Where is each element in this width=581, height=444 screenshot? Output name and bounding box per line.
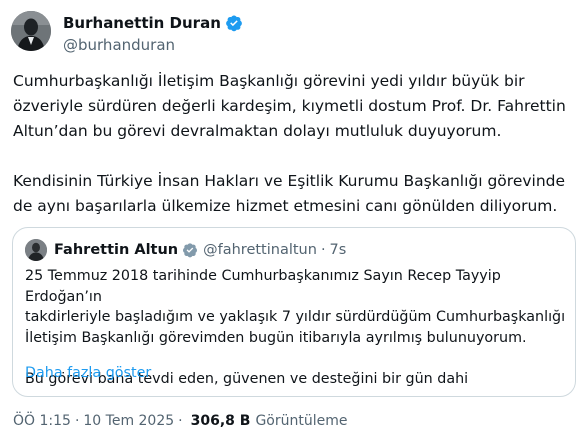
- quoted-author-name[interactable]: Fahrettin Altun: [54, 242, 178, 258]
- quoted-avatar[interactable]: [25, 239, 47, 261]
- tweet-text: Cumhurbaşkanlığı İletişim Başkanlığı gör…: [13, 72, 566, 215]
- view-count: 306,8 B: [190, 413, 251, 429]
- author-info: Burhanettin Duran @burhanduran: [63, 12, 243, 54]
- tweet-time[interactable]: ÖÖ 1:15: [13, 413, 71, 429]
- quoted-tweet[interactable]: Fahrettin Altun @fahrettinaltun · 7s 25 …: [12, 227, 576, 397]
- tweet-date[interactable]: 10 Tem 2025: [83, 413, 174, 429]
- show-more-link[interactable]: Daha fazla göster: [25, 365, 151, 381]
- quoted-author-handle: @fahrettinaltun: [203, 242, 317, 258]
- author-name[interactable]: Burhanettin Duran: [63, 14, 221, 32]
- tweet-metadata: ÖÖ 1:15 · 10 Tem 2025 · 306,8 B Görüntül…: [13, 413, 348, 429]
- author-handle[interactable]: @burhanduran: [63, 36, 243, 54]
- avatar-photo: [11, 11, 51, 51]
- separator-dot: ·: [74, 413, 80, 429]
- quoted-avatar-photo: [25, 239, 47, 261]
- quoted-author-info: Fahrettin Altun @fahrettinaltun · 7s: [54, 239, 346, 261]
- tweet: Burhanettin Duran @burhanduran Cumhurbaş…: [0, 0, 581, 444]
- separator-dot: ·: [178, 413, 183, 429]
- verified-badge-icon: [225, 14, 243, 32]
- verified-gray-icon: [182, 242, 198, 258]
- quoted-timestamp[interactable]: 7s: [330, 242, 347, 258]
- avatar[interactable]: [11, 11, 51, 51]
- view-count-label: Görüntüleme: [255, 413, 348, 429]
- separator-dot: ·: [320, 242, 326, 258]
